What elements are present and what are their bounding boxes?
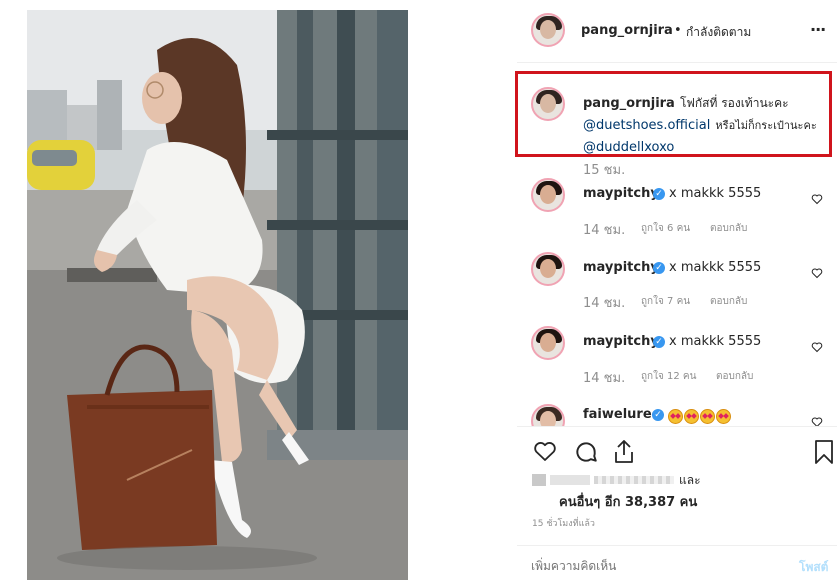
- likes-count-others[interactable]: คนอื่นๆ อีก 38,387 คน: [559, 491, 697, 512]
- comment-time[interactable]: 14 ชม.: [583, 219, 625, 240]
- author-username[interactable]: pang_ornjira: [581, 23, 673, 38]
- verified-badge-icon: ✓: [653, 188, 665, 200]
- liked-by-avatars-blurred[interactable]: [532, 472, 682, 487]
- like-heart-icon[interactable]: [532, 439, 558, 463]
- likes-and: และ: [679, 473, 701, 487]
- follow-status-button[interactable]: กำลังติดตาม: [686, 23, 751, 42]
- author-avatar[interactable]: [531, 13, 565, 47]
- header-dot: •: [674, 23, 682, 38]
- share-icon[interactable]: [612, 439, 636, 465]
- caption-time[interactable]: 15 ชม.: [583, 159, 625, 180]
- post-photo-illustration: [27, 10, 408, 580]
- verified-badge-icon: ✓: [653, 262, 665, 274]
- commenter-avatar[interactable]: [531, 404, 565, 426]
- comment-username[interactable]: maypitchy: [583, 334, 659, 349]
- comment-text: x makkk 5555: [669, 186, 762, 201]
- reply-button[interactable]: ตอบกลับ: [710, 294, 747, 309]
- post-timestamp[interactable]: 15 ชั่วโมงที่แล้ว: [532, 516, 595, 530]
- comment-bubble-icon[interactable]: [573, 439, 599, 465]
- instagram-post-view: pang_ornjira • กำลังติดตาม ··· pang_ornj…: [0, 0, 837, 585]
- comment-likes[interactable]: ถูกใจ 7 คน: [641, 294, 690, 309]
- add-comment-bar: โพสต์: [517, 545, 837, 586]
- comment-like-icon[interactable]: [811, 267, 823, 279]
- commenter-avatar[interactable]: [531, 178, 565, 212]
- comment-likes[interactable]: ถูกใจ 12 คน: [641, 369, 696, 384]
- comment-time[interactable]: 14 ชม.: [583, 367, 625, 388]
- heart-eyes-emoji-icon: [684, 409, 699, 424]
- caption-highlight-box: [515, 71, 832, 157]
- commenter-avatar[interactable]: [531, 326, 565, 360]
- action-bar: [517, 426, 837, 472]
- comment-username[interactable]: maypitchy: [583, 260, 659, 275]
- comment-like-icon[interactable]: [811, 193, 823, 205]
- heart-eyes-emoji-icon: [668, 409, 683, 424]
- reply-button[interactable]: ตอบกลับ: [710, 221, 747, 236]
- more-options-icon[interactable]: ···: [810, 20, 826, 39]
- bookmark-icon[interactable]: [814, 439, 834, 465]
- comment-likes[interactable]: ถูกใจ 6 คน: [641, 221, 690, 236]
- comment-text: x makkk 5555: [669, 334, 762, 349]
- heart-eyes-emoji-icon: [716, 409, 731, 424]
- verified-badge-icon: ✓: [653, 336, 665, 348]
- comment-time[interactable]: 14 ชม.: [583, 292, 625, 313]
- comment-item-partial: faiweluree ✓: [517, 400, 837, 426]
- comment-input[interactable]: [531, 557, 781, 575]
- emoji-hearts: [668, 407, 732, 426]
- heart-eyes-emoji-icon: [700, 409, 715, 424]
- post-photo[interactable]: [27, 10, 408, 580]
- verified-badge-icon: ✓: [652, 409, 664, 421]
- post-header: pang_ornjira • กำลังติดตาม ···: [517, 0, 837, 63]
- comment-username[interactable]: faiweluree: [583, 407, 660, 422]
- comment-like-icon[interactable]: [811, 341, 823, 353]
- post-comment-button[interactable]: โพสต์: [799, 558, 828, 577]
- comment-text: x makkk 5555: [669, 260, 762, 275]
- commenter-avatar[interactable]: [531, 252, 565, 286]
- comment-like-icon[interactable]: [811, 416, 823, 426]
- reply-button[interactable]: ตอบกลับ: [716, 369, 753, 384]
- comment-username[interactable]: maypitchy: [583, 186, 659, 201]
